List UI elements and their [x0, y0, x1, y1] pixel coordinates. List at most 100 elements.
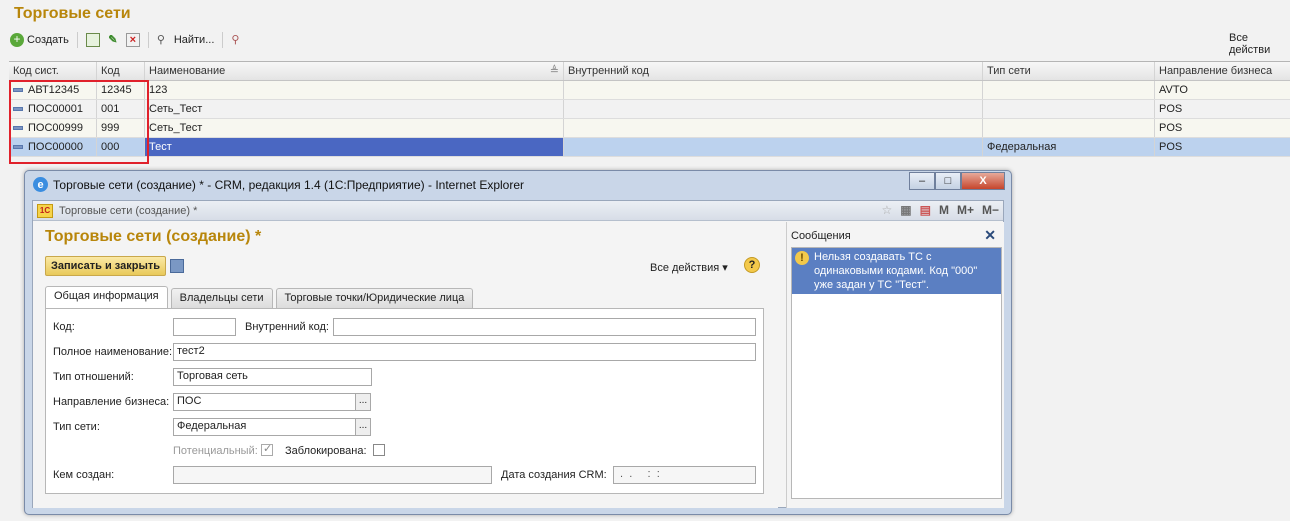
maximize-button[interactable]: □ — [935, 172, 961, 190]
save-icon[interactable] — [170, 259, 184, 273]
column-header[interactable]: Код сист. — [9, 62, 97, 80]
form-title: Торговые сети (создание) * — [45, 228, 262, 245]
full-name-input[interactable]: тест2 — [173, 343, 756, 361]
memory-button[interactable]: M — [939, 203, 949, 217]
potential-checkbox[interactable] — [261, 442, 273, 456]
cell: Сеть_Тест — [145, 100, 564, 118]
memory-plus-button[interactable]: M+ — [957, 203, 974, 217]
blocked-label: Заблокирована: — [285, 445, 367, 457]
tab-general[interactable]: Общая информация — [45, 286, 168, 308]
calendar-icon[interactable]: ▤ — [920, 203, 931, 217]
business-direction-label: Направление бизнеса: — [53, 396, 170, 408]
clear-search-icon[interactable]: ⚲ — [231, 33, 245, 47]
main-toolbar: + Создать ✎ × ⚲ Найти... ⚲ — [10, 30, 1290, 50]
column-header[interactable]: Внутренний код — [564, 62, 983, 80]
form-caption: Торговые сети (создание) * — [59, 204, 198, 217]
find-button[interactable]: ⚲ Найти... — [157, 33, 215, 47]
cell: POS — [1159, 103, 1183, 115]
cell — [564, 81, 983, 99]
relation-type-field[interactable]: Торговая сеть — [173, 368, 372, 386]
messages-panel: Сообщения ✕ ! Нельзя создавать ТС с один… — [786, 222, 1004, 508]
network-type-label: Тип сети: — [53, 421, 100, 433]
cell: AVTO — [1159, 84, 1188, 96]
blocked-checkbox[interactable] — [373, 444, 385, 456]
cell — [564, 119, 983, 137]
cell — [983, 81, 1155, 99]
created-by-label: Кем создан: — [53, 469, 115, 481]
all-actions-menu[interactable]: Все действия ▾ — [650, 261, 728, 274]
separator — [76, 32, 78, 48]
table-row[interactable]: ПОС00999 999 Сеть_Тест POS — [9, 119, 1290, 138]
cell — [983, 100, 1155, 118]
potential-label: Потенциальный: — [173, 445, 258, 457]
form-tabs: Общая информация Владельцы сети Торговые… — [45, 286, 474, 308]
cell: Тест — [145, 138, 564, 156]
column-header[interactable]: Направление бизнеса — [1155, 62, 1290, 80]
creation-date-field[interactable]: . . : : — [613, 466, 756, 484]
form-panel: Торговые сети (создание) * Записать и за… — [33, 222, 778, 508]
tab-outlets[interactable]: Торговые точки/Юридические лица — [275, 288, 474, 308]
cell: POS — [1159, 141, 1183, 153]
message-item[interactable]: ! Нельзя создавать ТС с одинаковыми кода… — [792, 248, 1001, 294]
close-button[interactable]: X — [961, 172, 1005, 190]
cell — [983, 119, 1155, 137]
calculator-icon[interactable]: ▦ — [900, 203, 911, 217]
code-input[interactable] — [173, 318, 236, 336]
cell: POS — [1159, 122, 1183, 134]
sort-icon: ≜ — [549, 65, 559, 77]
window-title: Торговые сети (создание) * - CRM, редакц… — [53, 177, 525, 192]
warning-icon: ! — [795, 251, 809, 265]
create-button[interactable]: + Создать — [10, 33, 69, 47]
form-header: 1C Торговые сети (создание) * ☆ ▦ ▤ M M+… — [33, 201, 1003, 221]
form-tools: ☆ ▦ ▤ M M+ M− — [882, 203, 999, 217]
column-header[interactable]: Тип сети — [983, 62, 1155, 80]
table-header: Код сист. Код Наименование ≜ Внутренний к… — [9, 62, 1290, 81]
messages-list: ! Нельзя создавать ТС с одинаковыми кода… — [791, 247, 1002, 499]
relation-type-label: Тип отношений: — [53, 371, 134, 383]
1c-logo-icon: 1C — [37, 203, 53, 218]
dropdown-icon: ▾ — [722, 262, 728, 274]
separator — [222, 32, 224, 48]
window-titlebar[interactable]: e Торговые сети (создание) * - CRM, реда… — [25, 171, 1011, 198]
cell — [564, 138, 983, 156]
cell: Федеральная — [983, 138, 1155, 156]
window-controls: ‒ □ X — [909, 172, 1005, 190]
cell — [564, 100, 983, 118]
select-button[interactable]: ... — [355, 393, 371, 411]
panel-splitter[interactable] — [778, 222, 786, 508]
column-header[interactable]: Код — [97, 62, 145, 80]
cell: Сеть_Тест — [145, 119, 564, 137]
star-icon[interactable]: ☆ — [882, 203, 893, 217]
created-by-field[interactable] — [173, 466, 492, 484]
ie-window: e Торговые сети (создание) * - CRM, реда… — [24, 170, 1012, 515]
close-icon[interactable]: ✕ — [984, 227, 996, 244]
tab-content: Код: Внутренний код: Полное наименование… — [45, 308, 764, 494]
edit-icon[interactable]: ✎ — [106, 33, 120, 47]
network-type-field[interactable]: Федеральная — [173, 418, 356, 436]
copy-icon[interactable] — [85, 33, 100, 47]
column-header[interactable]: Наименование ≜ — [145, 62, 564, 80]
add-icon: + — [10, 33, 24, 47]
page-title: Торговые сети — [14, 5, 131, 22]
memory-minus-button[interactable]: M− — [982, 203, 999, 217]
table-row[interactable]: АВТ12345 12345 123 AVTO — [9, 81, 1290, 100]
internet-explorer-icon: e — [33, 177, 48, 192]
full-name-label: Полное наименование: — [53, 346, 173, 358]
help-icon[interactable]: ? — [744, 257, 760, 273]
internal-code-label: Внутренний код: — [245, 321, 329, 333]
business-direction-field[interactable]: ПОС — [173, 393, 356, 411]
creation-date-label: Дата создания CRM: — [501, 469, 607, 481]
highlight-annotation — [9, 80, 149, 164]
table-row-selected[interactable]: ПОС00000 000 Тест Федеральная POS — [9, 138, 1290, 157]
code-label: Код: — [53, 321, 75, 333]
tab-owners[interactable]: Владельцы сети — [170, 288, 273, 308]
table-row[interactable]: ПОС00001 001 Сеть_Тест POS — [9, 100, 1290, 119]
select-button[interactable]: ... — [355, 418, 371, 436]
delete-icon[interactable]: × — [125, 33, 140, 47]
internal-code-input[interactable] — [333, 318, 756, 336]
messages-title: Сообщения — [791, 230, 851, 242]
networks-table: Код сист. Код Наименование ≜ Внутренний к… — [9, 61, 1290, 157]
save-and-close-button[interactable]: Записать и закрыть — [45, 256, 167, 276]
all-actions-menu[interactable]: Все действи — [1229, 32, 1290, 56]
minimize-button[interactable]: ‒ — [909, 172, 935, 190]
